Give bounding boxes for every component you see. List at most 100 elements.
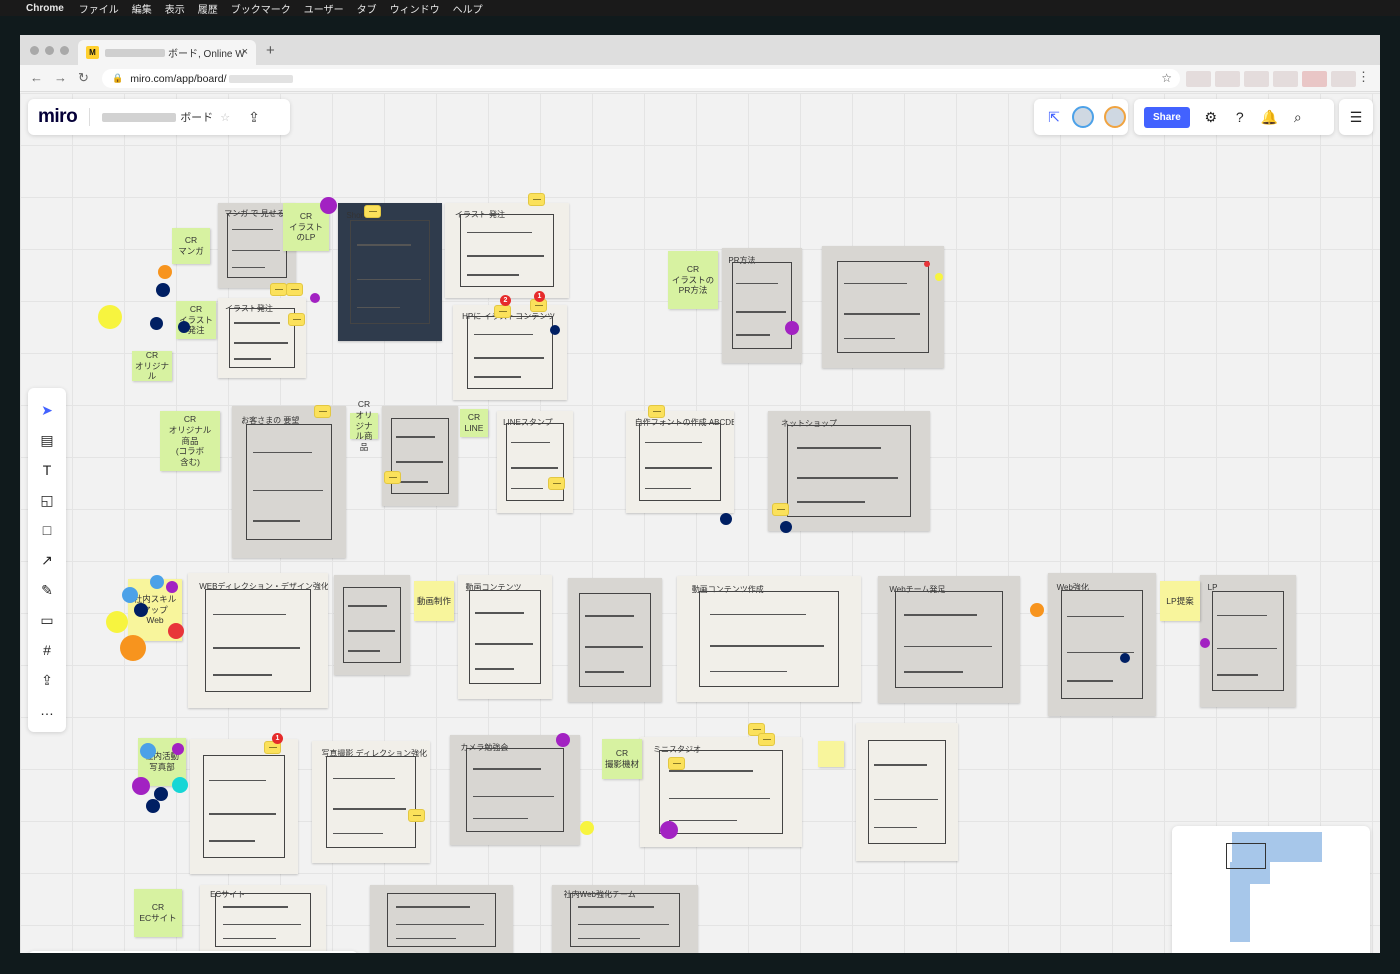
miro-logo[interactable]: miro xyxy=(38,106,78,128)
comment-bubble-icon[interactable] xyxy=(408,809,425,822)
extension-icon[interactable] xyxy=(1186,71,1211,87)
voting-dot[interactable] xyxy=(580,821,594,835)
cursor-icon[interactable]: ⇱ xyxy=(1046,109,1062,126)
comment-count-badge[interactable]: 1 xyxy=(272,733,283,744)
drawing-card[interactable]: イラスト 発注 xyxy=(445,203,569,298)
voting-dot[interactable] xyxy=(122,587,138,603)
select-tool-icon[interactable]: ➤ xyxy=(37,400,57,420)
text-tool-icon[interactable]: T xyxy=(37,460,57,480)
menu-item[interactable]: 編集 xyxy=(132,1,152,16)
sticky-note[interactable]: CR イラストの PR方法 xyxy=(668,251,718,309)
menu-item[interactable]: ファイル xyxy=(79,1,119,16)
sticky-note[interactable]: CR LINE xyxy=(460,409,488,437)
bell-icon[interactable]: 🔔 xyxy=(1261,109,1278,126)
voting-dot[interactable] xyxy=(172,777,188,793)
avatar[interactable] xyxy=(1104,106,1126,128)
comment-bubble-icon[interactable] xyxy=(758,733,775,746)
comment-bubble-icon[interactable] xyxy=(528,193,545,206)
menu-item[interactable]: ヘルプ xyxy=(453,1,483,16)
back-icon[interactable]: ← xyxy=(30,70,43,85)
sticky-note[interactable]: CR イラスト 発注 xyxy=(176,301,216,339)
templates-tool-icon[interactable]: ▤ xyxy=(37,430,57,450)
voting-dot[interactable] xyxy=(924,261,930,267)
bookmark-star-icon[interactable]: ☆ xyxy=(1161,71,1172,85)
drawing-card[interactable]: 写真撮影 ディレクション強化 xyxy=(312,741,430,863)
extension-icon[interactable] xyxy=(1244,71,1269,87)
voting-dot[interactable] xyxy=(140,743,156,759)
drawing-card[interactable]: LP xyxy=(1200,575,1296,707)
extension-icon[interactable] xyxy=(1331,71,1356,87)
voting-dot[interactable] xyxy=(98,305,122,329)
comment-bubble-icon[interactable] xyxy=(288,313,305,326)
drawing-card[interactable]: 動画コンテンツ xyxy=(458,575,552,699)
voting-dot[interactable] xyxy=(146,799,160,813)
window-close-button[interactable] xyxy=(30,46,39,55)
voting-dot[interactable] xyxy=(1200,638,1210,648)
drawing-card[interactable]: ネットショップ xyxy=(768,411,930,531)
voting-dot[interactable] xyxy=(1120,653,1130,663)
search-icon[interactable]: ⌕ xyxy=(1290,109,1306,126)
drawing-card[interactable]: 動画コンテンツ作成 xyxy=(677,576,861,702)
sticky-note[interactable]: CR マンガ xyxy=(172,228,210,264)
voting-dot[interactable] xyxy=(935,273,943,281)
drawing-card[interactable]: Short LP xyxy=(338,203,442,341)
comment-bubble-icon[interactable] xyxy=(270,283,287,296)
sticky-note[interactable]: CR オリジナル 商品 (コラボ 含む) xyxy=(160,411,220,471)
help-icon[interactable]: ? xyxy=(1232,109,1248,125)
notes-icon[interactable]: ☰ xyxy=(1348,109,1364,126)
voting-dot[interactable] xyxy=(150,575,164,589)
drawing-card[interactable] xyxy=(856,723,958,861)
voting-dot[interactable] xyxy=(720,513,732,525)
drawing-card[interactable]: お客さまの 要望 xyxy=(232,406,346,558)
voting-dot[interactable] xyxy=(780,521,792,533)
menu-item[interactable]: 履歴 xyxy=(198,1,218,16)
pen-tool-icon[interactable]: ✎ xyxy=(37,580,57,600)
forward-icon[interactable]: → xyxy=(54,70,67,85)
voting-dot[interactable] xyxy=(132,777,150,795)
drawing-card[interactable]: PR方法 xyxy=(722,248,802,363)
drawing-card[interactable]: カメラ勉強会 xyxy=(450,735,580,845)
upload-tool-icon[interactable]: ⇪ xyxy=(37,670,57,690)
voting-dot[interactable] xyxy=(1030,603,1044,617)
comment-bubble-icon[interactable] xyxy=(384,471,401,484)
menu-item[interactable]: 表示 xyxy=(165,1,185,16)
extension-icon[interactable] xyxy=(1215,71,1240,87)
voting-dot[interactable] xyxy=(150,317,163,330)
sticky-note[interactable]: CR ECサイト xyxy=(134,889,182,937)
new-tab-button[interactable]: + xyxy=(266,42,275,59)
voting-dot[interactable] xyxy=(168,623,184,639)
comment-bubble-icon[interactable] xyxy=(668,757,685,770)
voting-dot[interactable] xyxy=(106,611,128,633)
settings-icon[interactable]: ⚙ xyxy=(1203,109,1219,126)
drawing-card[interactable]: HPに イラストコンテンツ xyxy=(453,305,567,400)
window-minimize-button[interactable] xyxy=(45,46,54,55)
share-button[interactable]: Share xyxy=(1144,106,1190,128)
sticky-note[interactable]: CR 撮影機材 xyxy=(602,739,642,779)
export-icon[interactable]: ⇪ xyxy=(248,109,260,126)
drawing-card[interactable] xyxy=(382,406,458,506)
voting-dot[interactable] xyxy=(320,197,337,214)
avatar[interactable] xyxy=(1072,106,1094,128)
comment-bubble-icon[interactable] xyxy=(648,405,665,418)
sticky-note[interactable]: 動画制作 xyxy=(414,581,454,621)
comment-tool-icon[interactable]: ▭ xyxy=(37,610,57,630)
comment-bubble-icon[interactable] xyxy=(494,305,511,318)
drawing-card[interactable]: Web強化 xyxy=(1048,573,1156,716)
sticky-note[interactable]: CR オリジナル xyxy=(132,350,172,381)
menu-item[interactable]: ユーザー xyxy=(304,1,344,16)
frame-tool-icon[interactable]: # xyxy=(37,640,57,660)
voting-dot[interactable] xyxy=(120,635,146,661)
minimap-viewport[interactable] xyxy=(1226,843,1266,869)
voting-dot[interactable] xyxy=(550,325,560,335)
comment-bubble-icon[interactable] xyxy=(364,205,381,218)
menu-item[interactable]: ウィンドウ xyxy=(390,1,440,16)
browser-tab[interactable]: M ボード, Online W × xyxy=(78,40,256,65)
more-tools-icon[interactable]: … xyxy=(37,700,57,720)
comment-count-badge[interactable]: 2 xyxy=(500,295,511,306)
drawing-card[interactable]: Webチーム発足 xyxy=(878,576,1020,703)
menu-item[interactable]: ブックマーク xyxy=(231,1,291,16)
star-icon[interactable]: ☆ xyxy=(220,111,230,124)
drawing-card[interactable] xyxy=(370,885,513,953)
shape-tool-icon[interactable]: □ xyxy=(37,520,57,540)
sticky-note-tool-icon[interactable]: ◱ xyxy=(37,490,57,510)
